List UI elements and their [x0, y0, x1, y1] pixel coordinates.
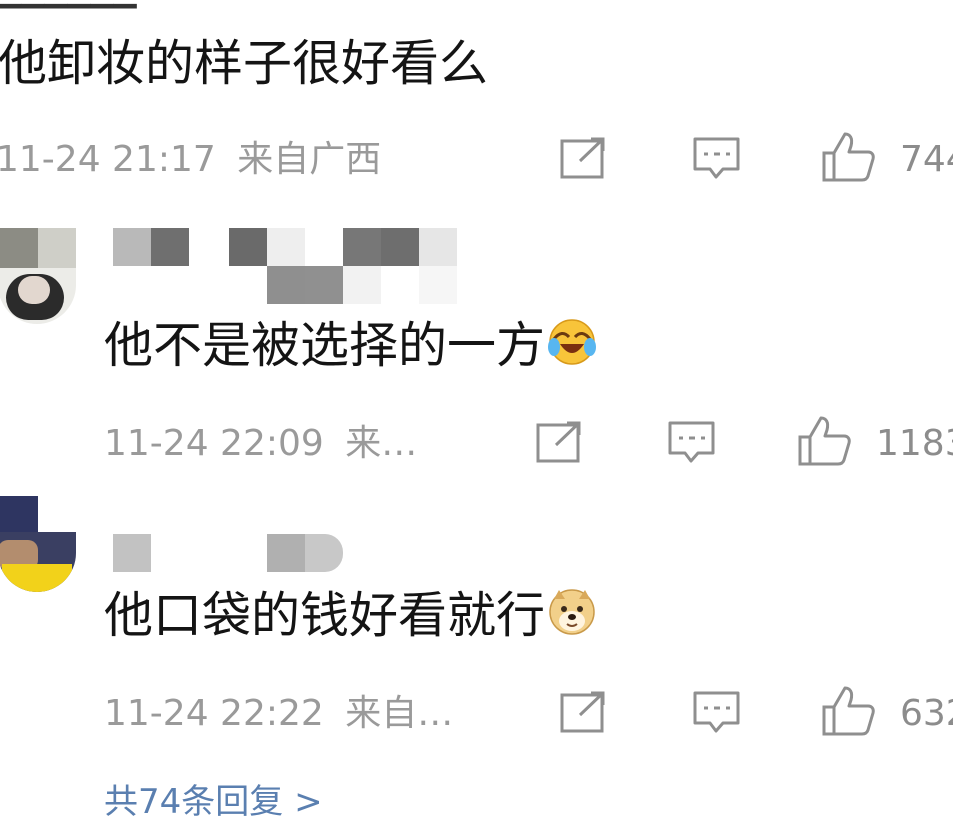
- avatar[interactable]: [0, 228, 76, 324]
- reply-timestamp: 11-24 22:09: [104, 423, 324, 464]
- doge-emoji-icon: [547, 587, 597, 651]
- username-blurred[interactable]: [113, 228, 458, 308]
- reply-meta: 11-24 22:09 来…: [104, 422, 417, 466]
- reply-like-count: 632: [900, 693, 953, 734]
- top-comment-location: 来自广西: [237, 139, 382, 180]
- top-comment-like-count: 744: [900, 139, 953, 180]
- reply-text: 他口袋的钱好看就行: [104, 586, 597, 651]
- view-replies-link[interactable]: 共74条回复 >: [104, 774, 323, 823]
- like-icon[interactable]: [820, 130, 876, 184]
- reply-location: 来…: [345, 423, 418, 464]
- reply-text-content: 他不是被选择的一方: [104, 317, 546, 374]
- reply-text-content: 他口袋的钱好看就行: [104, 587, 546, 644]
- reply-like-count: 1183: [876, 423, 953, 464]
- top-comment-timestamp: 11-24 21:17: [0, 139, 216, 180]
- comment-icon[interactable]: [667, 420, 717, 468]
- share-icon[interactable]: [559, 136, 609, 182]
- top-partial-username: ▁▁▁▁▁▁: [0, 0, 136, 9]
- avatar[interactable]: [0, 496, 76, 592]
- reply-location: 来自…: [345, 693, 454, 734]
- share-icon[interactable]: [535, 420, 585, 466]
- like-icon[interactable]: [820, 684, 876, 738]
- share-icon[interactable]: [559, 690, 609, 736]
- comment-icon[interactable]: [692, 136, 742, 184]
- top-comment-meta: 11-24 21:17 来自广西: [0, 138, 381, 182]
- reply-text: 他不是被选择的一方: [104, 316, 597, 381]
- reply-timestamp: 11-24 22:22: [104, 693, 324, 734]
- like-icon[interactable]: [796, 414, 852, 468]
- comment-icon[interactable]: [692, 690, 742, 738]
- top-comment-text: 他卸妆的样子很好看么: [0, 35, 489, 92]
- laughing-crying-emoji-icon: [547, 317, 597, 381]
- reply-meta: 11-24 22:22 来自…: [104, 692, 453, 736]
